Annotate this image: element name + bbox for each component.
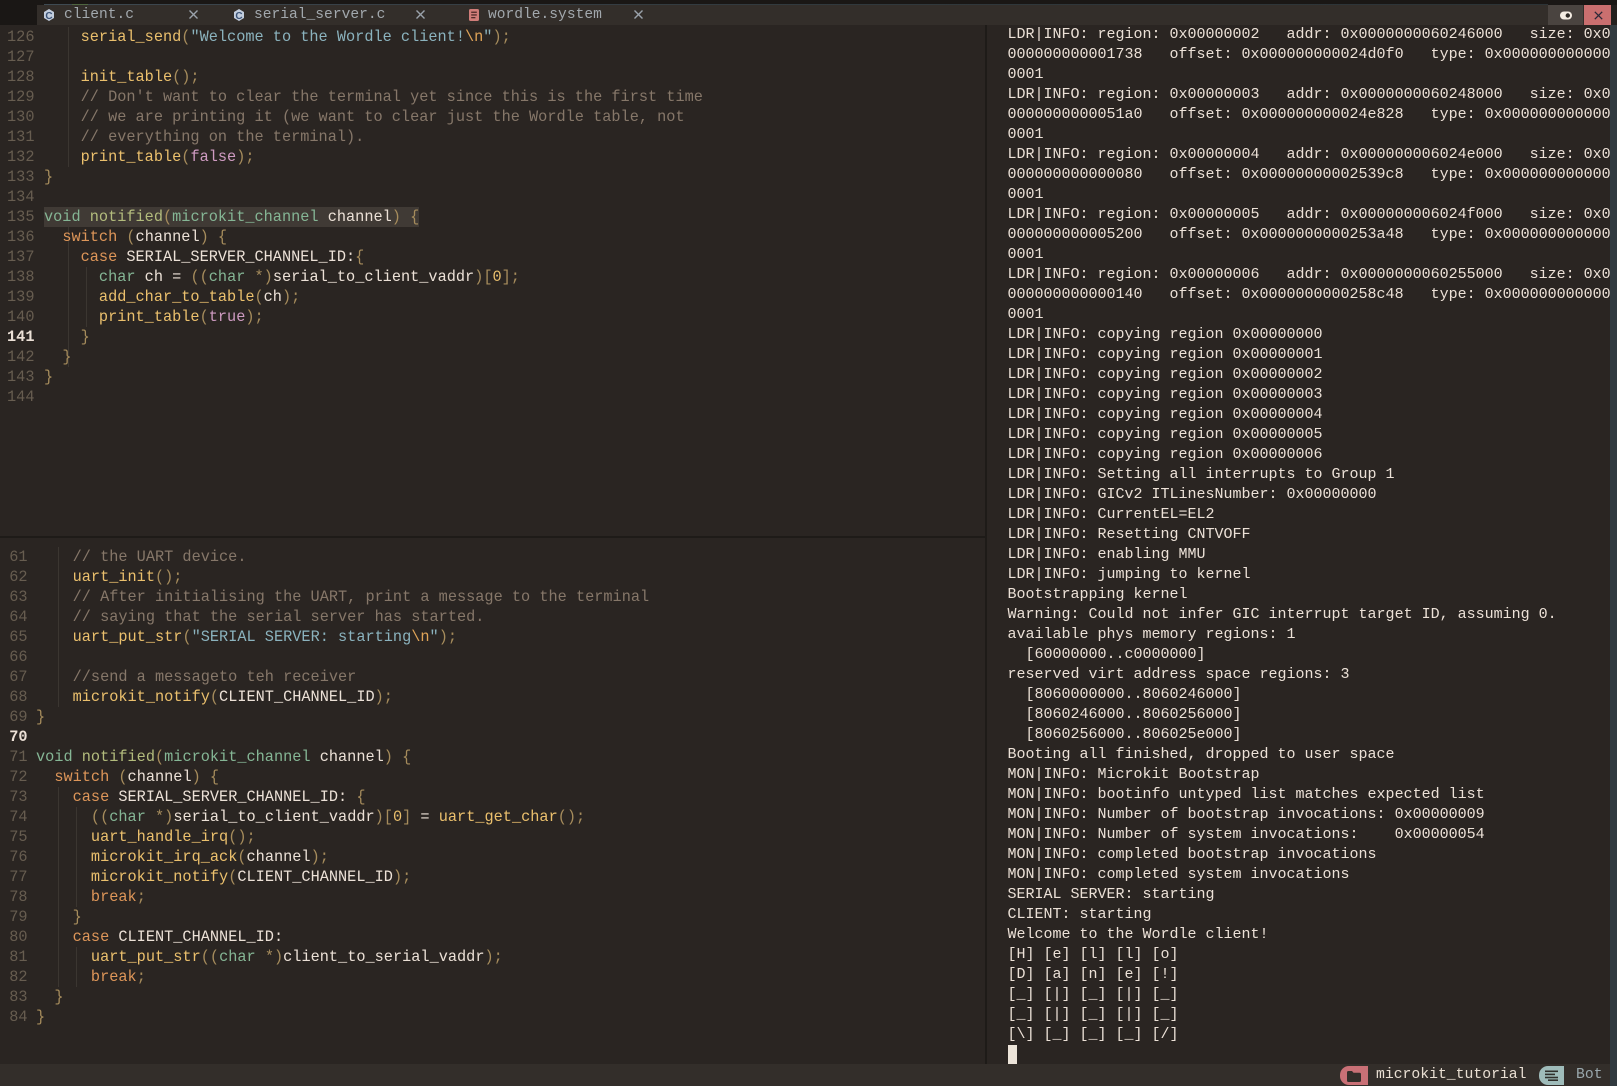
svg-text:C: C [235, 11, 242, 21]
svg-text:C: C [45, 11, 52, 21]
